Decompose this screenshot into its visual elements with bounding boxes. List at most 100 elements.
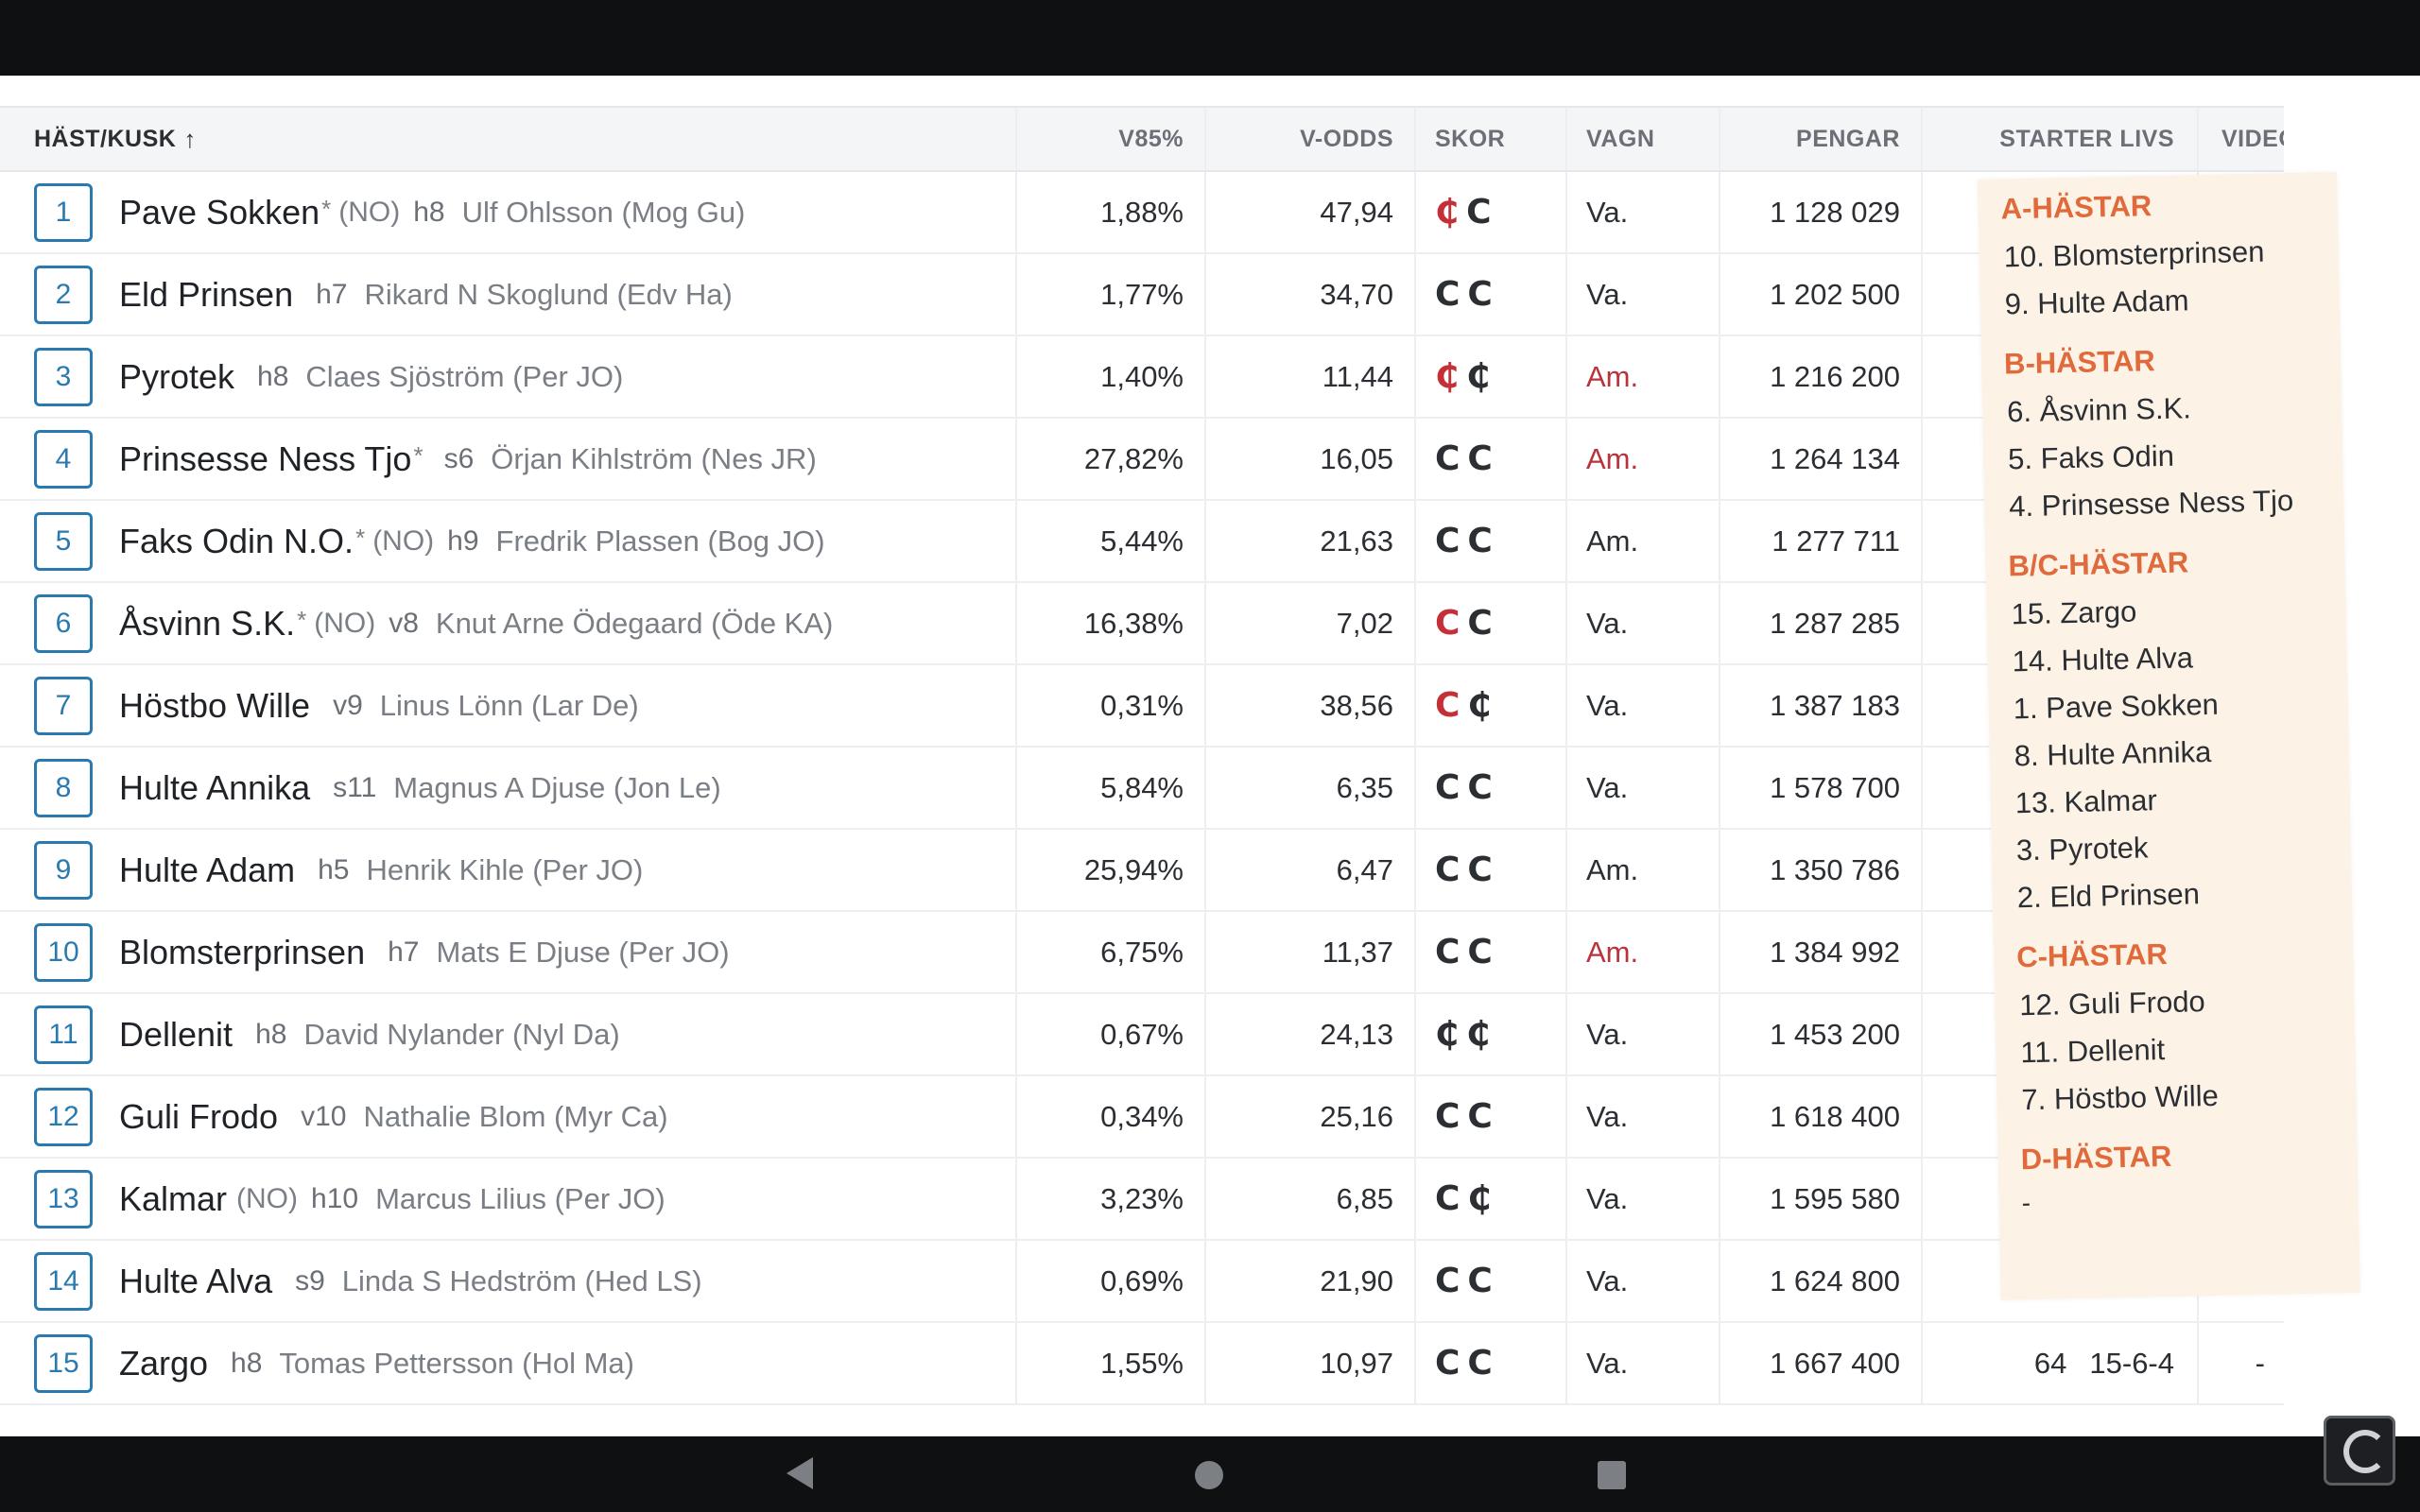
start-number-badge[interactable]: 12: [34, 1087, 93, 1146]
start-number-badge[interactable]: 11: [34, 1005, 93, 1064]
front-shoe-icon: C: [1435, 522, 1461, 560]
horse-name[interactable]: Zargo: [119, 1344, 208, 1383]
horse-cell: 8 Hulte Annika s11 Magnus A Djuse (Jon Le): [0, 747, 1017, 828]
table-row[interactable]: 13 Kalmar (NO) h10 Marcus Lilius (Per JO) 3,2…: [0, 1159, 2284, 1241]
header-vagn[interactable]: VAGN: [1567, 108, 1720, 170]
horse-name[interactable]: Hulte Alva: [119, 1262, 272, 1301]
cart-value: Va.: [1586, 1181, 1629, 1215]
table-row[interactable]: 1 Pave Sokken * (NO) h8 Ulf Ohlsson (Mog Gu) 1…: [0, 172, 2284, 254]
cart-value: Am.: [1586, 441, 1639, 475]
table-row[interactable]: 9 Hulte Adam h5 Henrik Kihle (Per JO) 25,94%…: [0, 830, 2284, 912]
table-row[interactable]: 5 Faks Odin N.O. * (NO) h9 Fredrik Plassen (B…: [0, 501, 2284, 583]
driver-trainer[interactable]: Tomas Pettersson (Hol Ma): [279, 1347, 634, 1381]
shoes-cell: CC: [1416, 583, 1567, 663]
start-number-badge[interactable]: 9: [34, 840, 93, 900]
money-value: 1 667 400: [1770, 1346, 1900, 1380]
back-icon[interactable]: [786, 1457, 813, 1489]
driver-trainer[interactable]: Marcus Lilius (Per JO): [375, 1182, 666, 1216]
start-number-badge[interactable]: 5: [34, 511, 93, 571]
money-cell: 1 216 200: [1720, 336, 1923, 417]
start-number-badge[interactable]: 7: [34, 676, 93, 735]
horse-age: h5: [318, 853, 350, 885]
driver-trainer[interactable]: Magnus A Djuse (Jon Le): [393, 771, 720, 805]
header-horse[interactable]: HÄST/KUSK ↑: [0, 108, 1017, 170]
horse-name[interactable]: Guli Frodo: [119, 1097, 278, 1137]
table-row[interactable]: 8 Hulte Annika s11 Magnus A Djuse (Jon Le) 5…: [0, 747, 2284, 830]
start-number-badge[interactable]: 8: [34, 758, 93, 817]
horse-cell: 3 Pyrotek h8 Claes Sjöström (Per JO): [0, 336, 1017, 417]
home-icon[interactable]: [1195, 1461, 1223, 1489]
driver-trainer[interactable]: Nathalie Blom (Myr Ca): [363, 1100, 667, 1134]
table-row[interactable]: 15 Zargo h8 Tomas Pettersson (Hol Ma) 1,55% 1…: [0, 1323, 2284, 1405]
driver-trainer[interactable]: Claes Sjöström (Per JO): [305, 360, 623, 394]
money-cell: 1 387 183: [1720, 665, 1923, 746]
start-number-badge[interactable]: 4: [34, 429, 93, 489]
recents-icon[interactable]: [1598, 1461, 1626, 1489]
cart-cell: Va.: [1567, 583, 1720, 663]
start-number-badge[interactable]: 13: [34, 1169, 93, 1228]
header-pengar[interactable]: PENGAR: [1720, 108, 1923, 170]
header-video[interactable]: VIDEO: [2199, 108, 2284, 170]
table-row[interactable]: 12 Guli Frodo v10 Nathalie Blom (Myr Ca) 0,3…: [0, 1076, 2284, 1159]
table-row[interactable]: 7 Höstbo Wille v9 Linus Lönn (Lar De) 0,31% 3…: [0, 665, 2284, 747]
starts-cell: 64 15-6-4: [1923, 1323, 2199, 1403]
header-odds[interactable]: V-ODDS: [1206, 108, 1416, 170]
header-v85[interactable]: V85%: [1017, 108, 1206, 170]
horse-name[interactable]: Eld Prinsen: [119, 275, 293, 315]
odds-cell: 10,97: [1206, 1323, 1416, 1403]
horse-name[interactable]: Hulte Adam: [119, 850, 295, 890]
start-number-badge[interactable]: 14: [34, 1251, 93, 1311]
horse-name[interactable]: Hulte Annika: [119, 768, 310, 808]
horse-name[interactable]: Faks Odin N.O.: [119, 522, 354, 561]
start-number-badge[interactable]: 6: [34, 593, 93, 653]
horse-name[interactable]: Åsvinn S.K.: [119, 604, 295, 644]
start-number-badge[interactable]: 1: [34, 182, 93, 242]
horse-name[interactable]: Dellenit: [119, 1015, 233, 1055]
table-row[interactable]: 3 Pyrotek h8 Claes Sjöström (Per JO) 1,40% 11…: [0, 336, 2284, 419]
back-shoe-icon: C: [1467, 604, 1493, 643]
driver-trainer[interactable]: Linda S Hedström (Hed LS): [342, 1264, 702, 1298]
horse-name[interactable]: Höstbo Wille: [119, 686, 310, 726]
cart-cell: Va.: [1567, 1323, 1720, 1403]
driver-trainer[interactable]: Örjan Kihlström (Nes JR): [491, 442, 817, 476]
back-shoe-icon: C: [1467, 933, 1493, 971]
cart-cell: Va.: [1567, 172, 1720, 252]
odds-cell: 6,85: [1206, 1159, 1416, 1239]
horse-name[interactable]: Blomsterprinsen: [119, 933, 365, 972]
driver-trainer[interactable]: Linus Lönn (Lar De): [380, 689, 639, 723]
horse-age: v9: [333, 689, 363, 721]
start-number-badge[interactable]: 3: [34, 347, 93, 406]
table-row[interactable]: 11 Dellenit h8 David Nylander (Nyl Da) 0,67%…: [0, 994, 2284, 1076]
video-cell[interactable]: -: [2199, 1323, 2284, 1403]
table-row[interactable]: 6 Åsvinn S.K. * (NO) v8 Knut Arne Ödegaard (Ö…: [0, 583, 2284, 665]
start-number-badge[interactable]: 2: [34, 265, 93, 324]
v85-cell: 0,67%: [1017, 994, 1206, 1074]
driver-trainer[interactable]: Ulf Ohlsson (Mog Gu): [462, 196, 746, 230]
ranking-item: 14. Hulte Alva: [2012, 641, 2194, 679]
v85-value: 1,88%: [1100, 195, 1184, 229]
driver-trainer[interactable]: Fredrik Plassen (Bog JO): [496, 524, 825, 558]
money-value: 1 287 285: [1770, 606, 1900, 640]
start-number-badge[interactable]: 15: [34, 1333, 93, 1393]
driver-trainer[interactable]: Rikard N Skoglund (Edv Ha): [364, 278, 732, 312]
table-row[interactable]: 4 Prinsesse Ness Tjo * s6 Örjan Kihlström (N…: [0, 419, 2284, 501]
horse-name[interactable]: Pave Sokken: [119, 193, 320, 232]
driver-trainer[interactable]: Mats E Djuse (Per JO): [436, 936, 729, 970]
driver-trainer[interactable]: Knut Arne Ödegaard (Öde KA): [436, 607, 833, 641]
horse-name[interactable]: Kalmar: [119, 1179, 227, 1219]
front-shoe-icon: C: [1435, 850, 1461, 889]
driver-trainer[interactable]: Henrik Kihle (Per JO): [366, 853, 643, 887]
horse-age: s6: [443, 442, 475, 474]
app-shortcut-icon[interactable]: [2324, 1416, 2395, 1486]
driver-trainer[interactable]: David Nylander (Nyl Da): [303, 1018, 619, 1052]
horse-name[interactable]: Prinsesse Ness Tjo: [119, 439, 411, 479]
cart-value: Am.: [1586, 852, 1639, 886]
header-skor[interactable]: SKOR: [1416, 108, 1567, 170]
money-cell: 1 128 029: [1720, 172, 1923, 252]
horse-name[interactable]: Pyrotek: [119, 357, 234, 397]
table-row[interactable]: 14 Hulte Alva s9 Linda S Hedström (Hed LS) 0…: [0, 1241, 2284, 1323]
table-row[interactable]: 10 Blomsterprinsen h7 Mats E Djuse (Per JO)…: [0, 912, 2284, 994]
table-row[interactable]: 2 Eld Prinsen h7 Rikard N Skoglund (Edv Ha)…: [0, 254, 2284, 336]
header-starter[interactable]: STARTER LIVS: [1923, 108, 2199, 170]
start-number-badge[interactable]: 10: [34, 922, 93, 982]
